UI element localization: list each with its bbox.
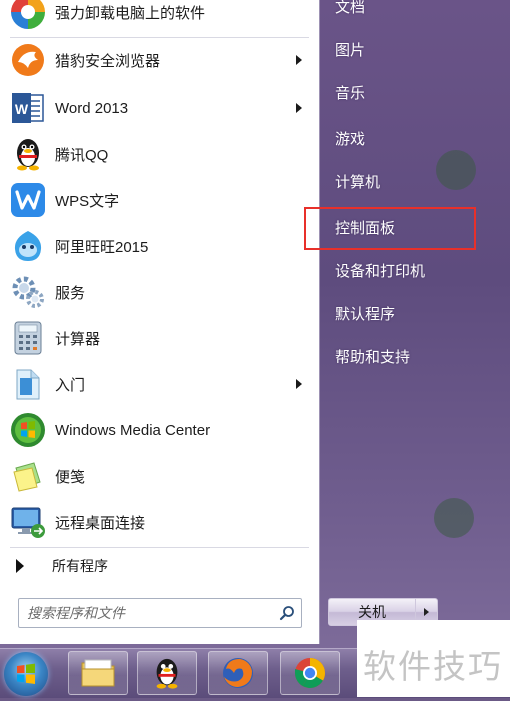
program-windows-media-center[interactable]: Windows Media Center [4,408,314,452]
taskbar-qq[interactable] [137,651,197,695]
submenu-arrow-icon[interactable] [296,379,302,389]
program-label: 远程桌面连接 [55,514,146,532]
search-input[interactable] [19,600,273,626]
windows-logo-icon [17,663,35,684]
right-link-label: 游戏 [335,130,366,148]
taskbar-file-explorer[interactable] [68,651,128,695]
watermark: 软件技巧 [357,620,510,697]
right-link-label: 计算机 [335,173,381,191]
right-link-documents[interactable]: 文档 [326,0,486,24]
program-word-2013[interactable]: W Word 2013 [4,86,314,130]
program-label: Windows Media Center [55,421,211,439]
svg-text:W: W [15,101,29,117]
search-icon[interactable] [273,600,301,626]
search-box[interactable] [18,598,302,628]
word-icon: W [8,88,48,128]
file-explorer-icon [81,659,115,687]
right-link-computer[interactable]: 计算机 [326,163,486,199]
right-link-label: 图片 [335,41,366,59]
program-cheetah-browser[interactable]: 猎豹安全浏览器 [4,38,314,82]
right-link-label: 文档 [335,0,366,16]
program-aliwangwang[interactable]: 阿里旺旺2015 [4,224,314,268]
right-link-label: 帮助和支持 [335,348,411,366]
right-link-label: 设备和打印机 [335,262,426,280]
program-label: WPS文字 [55,192,120,210]
submenu-arrow-icon[interactable] [296,55,302,65]
right-link-default-programs[interactable]: 默认程序 [326,295,486,331]
shutdown-label: 关机 [358,604,386,620]
program-calculator[interactable]: 计算器 [4,316,314,360]
qq-penguin-icon [156,658,178,689]
all-programs-button[interactable]: 所有程序 [4,550,314,582]
right-link-devices-printers[interactable]: 设备和打印机 [326,252,486,288]
control-panel-highlight [304,207,476,250]
start-button[interactable] [4,652,48,696]
program-services[interactable]: 服务 [4,270,314,314]
wps-writer-icon [8,180,48,220]
calculator-icon [8,318,48,358]
start-menu-programs-pane: 强力卸载电脑上的软件 猎豹安全浏览器 W Word 2013 腾讯QQ WPS文… [0,0,320,644]
taskbar-chrome[interactable] [280,651,340,695]
program-label: 猎豹安全浏览器 [55,52,161,70]
cheetah-browser-icon [8,40,48,80]
remote-desktop-icon [8,502,48,542]
program-label: 强力卸载电脑上的软件 [55,4,206,22]
sticky-notes-icon [8,456,48,496]
program-remote-desktop[interactable]: 远程桌面连接 [4,500,314,544]
program-label: 阿里旺旺2015 [55,238,149,256]
right-link-help-support[interactable]: 帮助和支持 [326,338,486,374]
program-label: 计算器 [55,330,101,348]
chevron-right-icon [424,608,429,616]
watermark-text: 软件技巧 [363,647,503,686]
qq-penguin-icon [8,134,48,174]
right-link-pictures[interactable]: 图片 [326,31,486,67]
program-label: Word 2013 [55,99,129,117]
program-getting-started[interactable]: 入门 [4,362,314,406]
all-programs-label: 所有程序 [52,558,108,574]
getting-started-icon [8,364,48,404]
right-link-label: 默认程序 [335,305,396,323]
program-label: 腾讯QQ [55,146,109,164]
program-uninstaller[interactable]: 强力卸载电脑上的软件 [4,0,314,34]
program-label: 便笺 [55,468,86,486]
expand-arrow-icon [16,559,24,573]
right-link-music[interactable]: 音乐 [326,74,486,110]
taskbar-firefox[interactable] [208,651,268,695]
submenu-arrow-icon[interactable] [296,103,302,113]
program-tencent-qq[interactable]: 腾讯QQ [4,132,314,176]
program-label: 入门 [55,376,86,394]
chrome-icon [295,658,325,689]
program-sticky-notes[interactable]: 便笺 [4,454,314,498]
media-center-icon [8,410,48,450]
right-link-games[interactable]: 游戏 [326,120,486,156]
uninstaller-icon [8,0,48,32]
aliwangwang-icon [8,226,48,266]
firefox-icon [223,658,253,688]
separator [10,547,309,548]
background-decoration [434,498,474,538]
program-label: 服务 [55,284,86,302]
services-gear-icon [8,272,48,312]
right-link-label: 音乐 [335,84,366,102]
program-wps-writer[interactable]: WPS文字 [4,178,314,222]
